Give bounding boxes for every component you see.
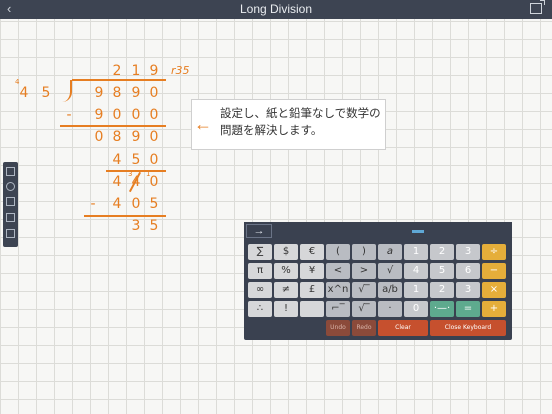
minus-sign: - (90, 196, 96, 212)
key-5[interactable]: 5 (430, 263, 454, 279)
quotient-digit[interactable]: 2 (108, 63, 126, 79)
quotient-digit[interactable]: 9 (145, 63, 163, 79)
key-fraction[interactable]: a/b (378, 282, 402, 298)
key-yen[interactable]: ¥ (300, 263, 324, 279)
drag-handle[interactable] (412, 230, 424, 233)
close-keyboard-button[interactable]: Close Keyboard (430, 320, 506, 336)
key-pound[interactable]: £ (300, 282, 324, 298)
key-overline[interactable]: ⌐‾ (326, 301, 350, 317)
row-digit[interactable]: 0 (145, 129, 163, 145)
dividend-digit[interactable]: 9 (127, 85, 145, 101)
row-digit[interactable]: 4 (108, 174, 126, 190)
row-digit[interactable]: 0 (127, 107, 145, 123)
arrow-left-icon: ← (194, 114, 212, 134)
key-therefore[interactable]: ∴ (248, 301, 272, 317)
key-blank[interactable] (300, 301, 324, 317)
redo-button[interactable]: Redo (352, 320, 376, 336)
row-digit[interactable]: 0 (127, 196, 145, 212)
key-variable[interactable]: a (378, 244, 402, 260)
key-open-paren[interactable]: ( (326, 244, 350, 260)
row-digit[interactable]: 0 (90, 129, 108, 145)
key-dollar[interactable]: $ (274, 244, 298, 260)
key-divide[interactable]: ÷ (482, 244, 506, 260)
row-digit[interactable]: 3 (127, 218, 145, 234)
key-dot[interactable]: · (378, 301, 402, 317)
key-4[interactable]: 4 (404, 263, 428, 279)
key-2[interactable]: 2 (430, 244, 454, 260)
share-icon[interactable] (6, 229, 15, 238)
row-digit[interactable]: 4 (108, 196, 126, 212)
row-digit[interactable]: 9 (127, 129, 145, 145)
key-6[interactable]: 6 (456, 263, 480, 279)
key-2[interactable]: 2 (430, 282, 454, 298)
division-bracket (60, 80, 72, 102)
export-icon[interactable] (6, 167, 15, 176)
eraser-icon[interactable] (6, 197, 15, 206)
callout-text: 設定し、紙と鉛筆なしで数学の問題を解決します。 (220, 108, 381, 137)
row-digit[interactable]: 0 (145, 107, 163, 123)
key-multiply[interactable]: × (482, 282, 506, 298)
minus-sign: - (66, 107, 72, 123)
key-greater-than[interactable]: > (352, 263, 376, 279)
row-digit[interactable]: 8 (108, 129, 126, 145)
arrow-right-icon[interactable]: → (246, 224, 272, 238)
dividend-digit[interactable]: 8 (108, 85, 126, 101)
key-euro[interactable]: € (300, 244, 324, 260)
key-factorial[interactable]: ! (274, 301, 298, 317)
side-toolbar (3, 162, 18, 247)
brush-icon[interactable] (6, 182, 15, 191)
row-digit[interactable]: 5 (127, 152, 145, 168)
row-digit[interactable]: 0 (145, 174, 163, 190)
math-keyboard: → ∑ $ € ( ) a 1 2 3 ÷ π % ¥ < > √ 4 5 6 … (244, 222, 512, 340)
row-digit[interactable]: 5 (145, 218, 163, 234)
key-plus[interactable]: + (482, 301, 506, 317)
key-minus[interactable]: − (482, 263, 506, 279)
key-pi[interactable]: π (248, 263, 272, 279)
keyboard-topbar: → (244, 222, 512, 240)
grid-icon[interactable] (6, 213, 15, 222)
row-digit[interactable]: 0 (145, 152, 163, 168)
key-nth-root[interactable]: √‾ (352, 301, 376, 317)
dividend-digit[interactable]: 9 (90, 85, 108, 101)
row-digit[interactable]: 0 (108, 107, 126, 123)
subtraction-line (84, 215, 166, 217)
row-digit[interactable]: 5 (145, 196, 163, 212)
quotient-digit[interactable]: 1 (127, 63, 145, 79)
instruction-callout: ← 設定し、紙と鉛筆なしで数学の問題を解決します。 (191, 99, 386, 150)
key-1[interactable]: 1 (404, 244, 428, 260)
key-equals[interactable]: = (456, 301, 480, 317)
title-bar: ‹ Long Division (0, 0, 552, 19)
key-3[interactable]: 3 (456, 282, 480, 298)
division-bar (72, 79, 166, 81)
key-sum[interactable]: ∑ (248, 244, 272, 260)
key-long-division[interactable]: ·—· (430, 301, 454, 317)
key-power[interactable]: x^n (326, 282, 350, 298)
key-less-than[interactable]: < (326, 263, 350, 279)
key-root[interactable]: √‾ (352, 282, 376, 298)
key-close-paren[interactable]: ) (352, 244, 376, 260)
share-icon[interactable] (530, 0, 545, 14)
remainder-label: r35 (171, 64, 190, 77)
row-digit[interactable]: 9 (90, 107, 108, 123)
key-sqrt[interactable]: √ (378, 263, 402, 279)
key-3[interactable]: 3 (456, 244, 480, 260)
key-0[interactable]: 0 (404, 301, 428, 317)
divisor-digit[interactable]: 5 (37, 85, 55, 101)
page-title: Long Division (239, 2, 313, 16)
key-infinity[interactable]: ∞ (248, 282, 272, 298)
dividend-digit[interactable]: 0 (145, 85, 163, 101)
divisor-digit[interactable]: 4 (15, 85, 33, 101)
clear-button[interactable]: Clear (378, 320, 428, 336)
subtraction-line (60, 125, 166, 127)
row-digit[interactable]: 4 (108, 152, 126, 168)
key-percent[interactable]: % (274, 263, 298, 279)
key-1[interactable]: 1 (404, 282, 428, 298)
key-not-equal[interactable]: ≠ (274, 282, 298, 298)
undo-button[interactable]: Undo (326, 320, 350, 336)
subtraction-line (106, 170, 166, 172)
